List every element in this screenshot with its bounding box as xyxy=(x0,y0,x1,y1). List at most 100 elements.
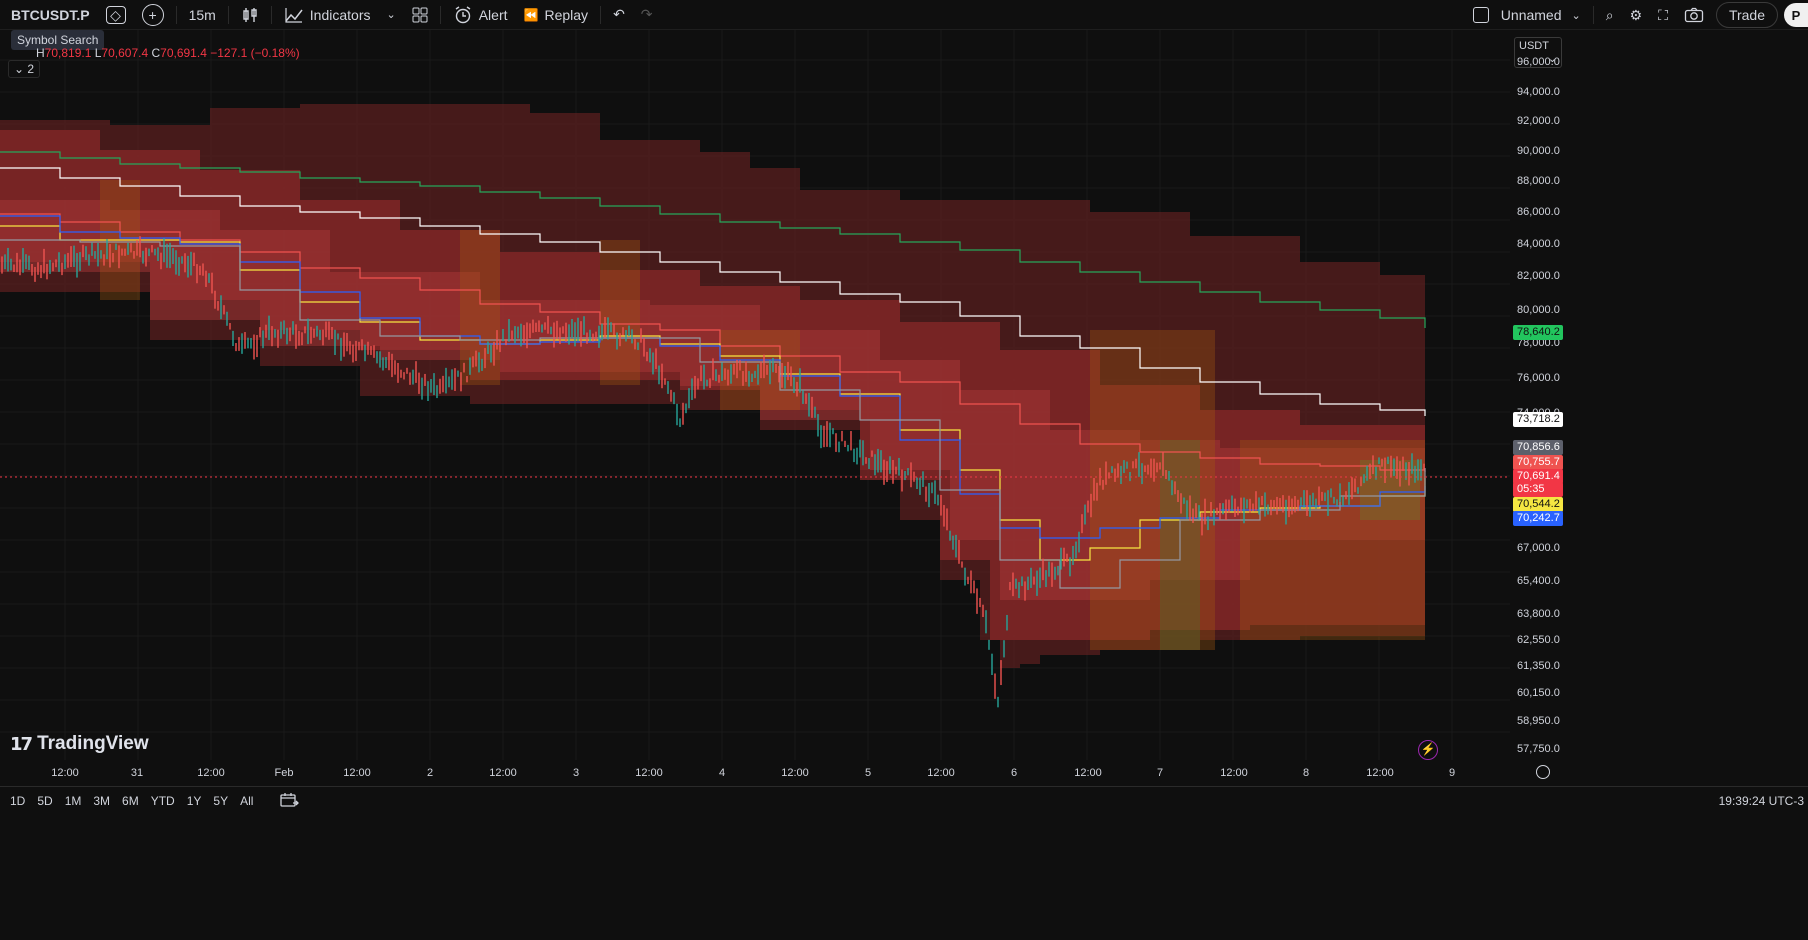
layout-name-label: Unnamed xyxy=(1500,7,1562,23)
compare-add-button[interactable]: + xyxy=(134,0,172,30)
price-tick-label: 67,000.0 xyxy=(1517,542,1560,554)
undo-button[interactable]: ↶ xyxy=(605,0,633,30)
price-tick-label: 76,000.0 xyxy=(1517,372,1560,384)
time-tick-label: 12:00 xyxy=(1366,767,1394,779)
close-value: 70,691.4 xyxy=(160,46,207,60)
gear-icon: ⚙ xyxy=(1629,6,1643,23)
time-tick-label: 12:00 xyxy=(197,767,225,779)
watermark-text: TradingView xyxy=(37,733,149,754)
snapshot-button[interactable] xyxy=(1676,0,1712,30)
price-tick-label: 65,400.0 xyxy=(1517,575,1560,587)
time-tick-label: 3 xyxy=(572,767,580,779)
time-tick-label: Feb xyxy=(274,767,294,779)
replay-button[interactable]: ⏪ Replay xyxy=(516,0,597,30)
toolbar-divider xyxy=(439,5,441,24)
range-button-5d[interactable]: 5D xyxy=(37,794,52,808)
range-button-1m[interactable]: 1M xyxy=(65,794,82,808)
layout-name-button[interactable]: Unnamed ⌄ xyxy=(1465,0,1589,30)
time-tick-label: 8 xyxy=(1302,767,1310,779)
price-tick-label: 82,000.0 xyxy=(1517,270,1560,282)
time-tick-label: 12:00 xyxy=(1220,767,1248,779)
time-axis[interactable] xyxy=(0,760,1510,786)
indicators-label: Indicators xyxy=(309,6,371,23)
undo-icon: ↶ xyxy=(613,6,625,22)
time-tick-label: 4 xyxy=(718,767,726,779)
chevron-down-icon: ⌄ xyxy=(1571,9,1581,22)
range-button-1d[interactable]: 1D xyxy=(10,794,25,808)
range-button-all[interactable]: All xyxy=(240,794,253,808)
low-value: 70,607.4 xyxy=(101,46,149,60)
price-tick-label: 62,550.0 xyxy=(1517,634,1560,646)
range-button-1y[interactable]: 1Y xyxy=(187,794,202,808)
time-tick-label: 12:00 xyxy=(635,767,663,779)
tradingview-logo-icon: 𝟭𝟳 xyxy=(10,733,33,754)
fullscreen-icon: ⛶ xyxy=(1658,6,1668,23)
indicators-button[interactable]: Indicators xyxy=(276,0,379,30)
toolbar-divider xyxy=(1592,6,1594,24)
trade-button[interactable]: Trade xyxy=(1715,2,1778,28)
price-chart[interactable] xyxy=(0,30,1510,760)
price-line-label: 70,856.6 xyxy=(1513,440,1563,455)
price-tick-label: 60,150.0 xyxy=(1517,687,1560,699)
change-value: −127.1 (−0.18%) xyxy=(210,46,300,60)
interval-button[interactable]: 15m xyxy=(181,0,224,30)
page-footer-space xyxy=(0,815,1808,940)
range-button-ytd[interactable]: YTD xyxy=(151,794,175,808)
date-range-button[interactable] xyxy=(279,792,300,811)
timezone-clock[interactable]: 19:39:24 UTC-3 xyxy=(1719,794,1804,808)
redo-icon: ↷ xyxy=(640,6,653,22)
toolbar-divider xyxy=(270,5,272,24)
symbol-type-icon[interactable]: ◇ xyxy=(98,0,134,30)
fullscreen-button[interactable]: ⛶ xyxy=(1650,0,1676,30)
toolbar-divider xyxy=(227,5,229,24)
chart-type-button[interactable] xyxy=(233,0,267,30)
time-tick-label: 12:00 xyxy=(51,767,79,779)
range-button-5y[interactable]: 5Y xyxy=(213,794,228,808)
search-sparkle-icon: ⌕ xyxy=(1605,6,1614,23)
price-line-label: 73,718.2 xyxy=(1513,412,1563,427)
toolbar-right-group: Unnamed ⌄ ⌕ ⚙ ⛶ Trade P xyxy=(1465,0,1808,30)
time-tick-label: 12:00 xyxy=(489,767,517,779)
axis-settings-icon[interactable] xyxy=(1536,765,1550,779)
price-line-label: 78,640.2 xyxy=(1513,325,1563,340)
time-tick-label: 7 xyxy=(1156,767,1164,779)
price-tick-label: 63,800.0 xyxy=(1517,608,1560,620)
price-tick-label: 94,000.0 xyxy=(1517,86,1560,98)
camera-icon xyxy=(1684,7,1704,23)
high-value: 70,819.1 xyxy=(44,46,92,60)
ohlc-legend: H70,819.1 L70,607.4 C70,691.4 −127.1 (−0… xyxy=(36,46,300,60)
layout-checkbox-icon xyxy=(1472,7,1489,23)
price-tick-label: 58,950.0 xyxy=(1517,715,1560,727)
range-button-3m[interactable]: 3M xyxy=(93,794,110,808)
time-tick-label: 6 xyxy=(1010,767,1018,779)
indicators-icon xyxy=(285,7,303,23)
time-tick-label: 12:00 xyxy=(1074,767,1102,779)
tradingview-watermark[interactable]: 𝟭𝟳 TradingView xyxy=(10,733,149,755)
currency-label: USDT xyxy=(1519,40,1549,52)
calendar-range-icon xyxy=(280,792,300,807)
candles-icon xyxy=(243,7,257,22)
publish-button[interactable]: P xyxy=(1784,3,1808,27)
price-tick-label: 96,000.0 xyxy=(1517,56,1560,68)
indicators-collapse-toggle[interactable]: ⌄ 2 xyxy=(8,60,41,78)
redo-button[interactable]: ↷ xyxy=(633,0,661,30)
top-toolbar: BTCUSDT.P ◇ + 15m Indicators ⌄ Alert ⏪ R… xyxy=(0,0,1808,30)
settings-button[interactable]: ⚙ xyxy=(1622,0,1651,30)
time-tick-label: 31 xyxy=(130,767,144,779)
time-tick-label: 12:00 xyxy=(927,767,955,779)
time-tick-label: 2 xyxy=(426,767,434,779)
quick-action-icon[interactable]: ⚡ xyxy=(1418,740,1438,760)
symbol-search-button[interactable]: BTCUSDT.P xyxy=(0,0,98,30)
time-tick-label: 9 xyxy=(1448,767,1456,779)
time-tick-label: 5 xyxy=(864,767,872,779)
price-tick-label: 61,350.0 xyxy=(1517,660,1560,672)
chevron-down-icon: ⌄ xyxy=(14,62,25,76)
indicator-templates-dropdown[interactable]: ⌄ xyxy=(379,0,404,30)
indicator-count: 2 xyxy=(27,62,35,76)
alarm-clock-icon xyxy=(455,5,471,23)
range-button-6m[interactable]: 6M xyxy=(122,794,139,808)
bottom-toolbar: 1D 5D 1M 3M 6M YTD 1Y 5Y All xyxy=(0,786,1808,815)
layouts-button[interactable] xyxy=(404,0,436,30)
quick-search-button[interactable]: ⌕ xyxy=(1598,0,1622,30)
alert-button[interactable]: Alert xyxy=(445,0,516,30)
